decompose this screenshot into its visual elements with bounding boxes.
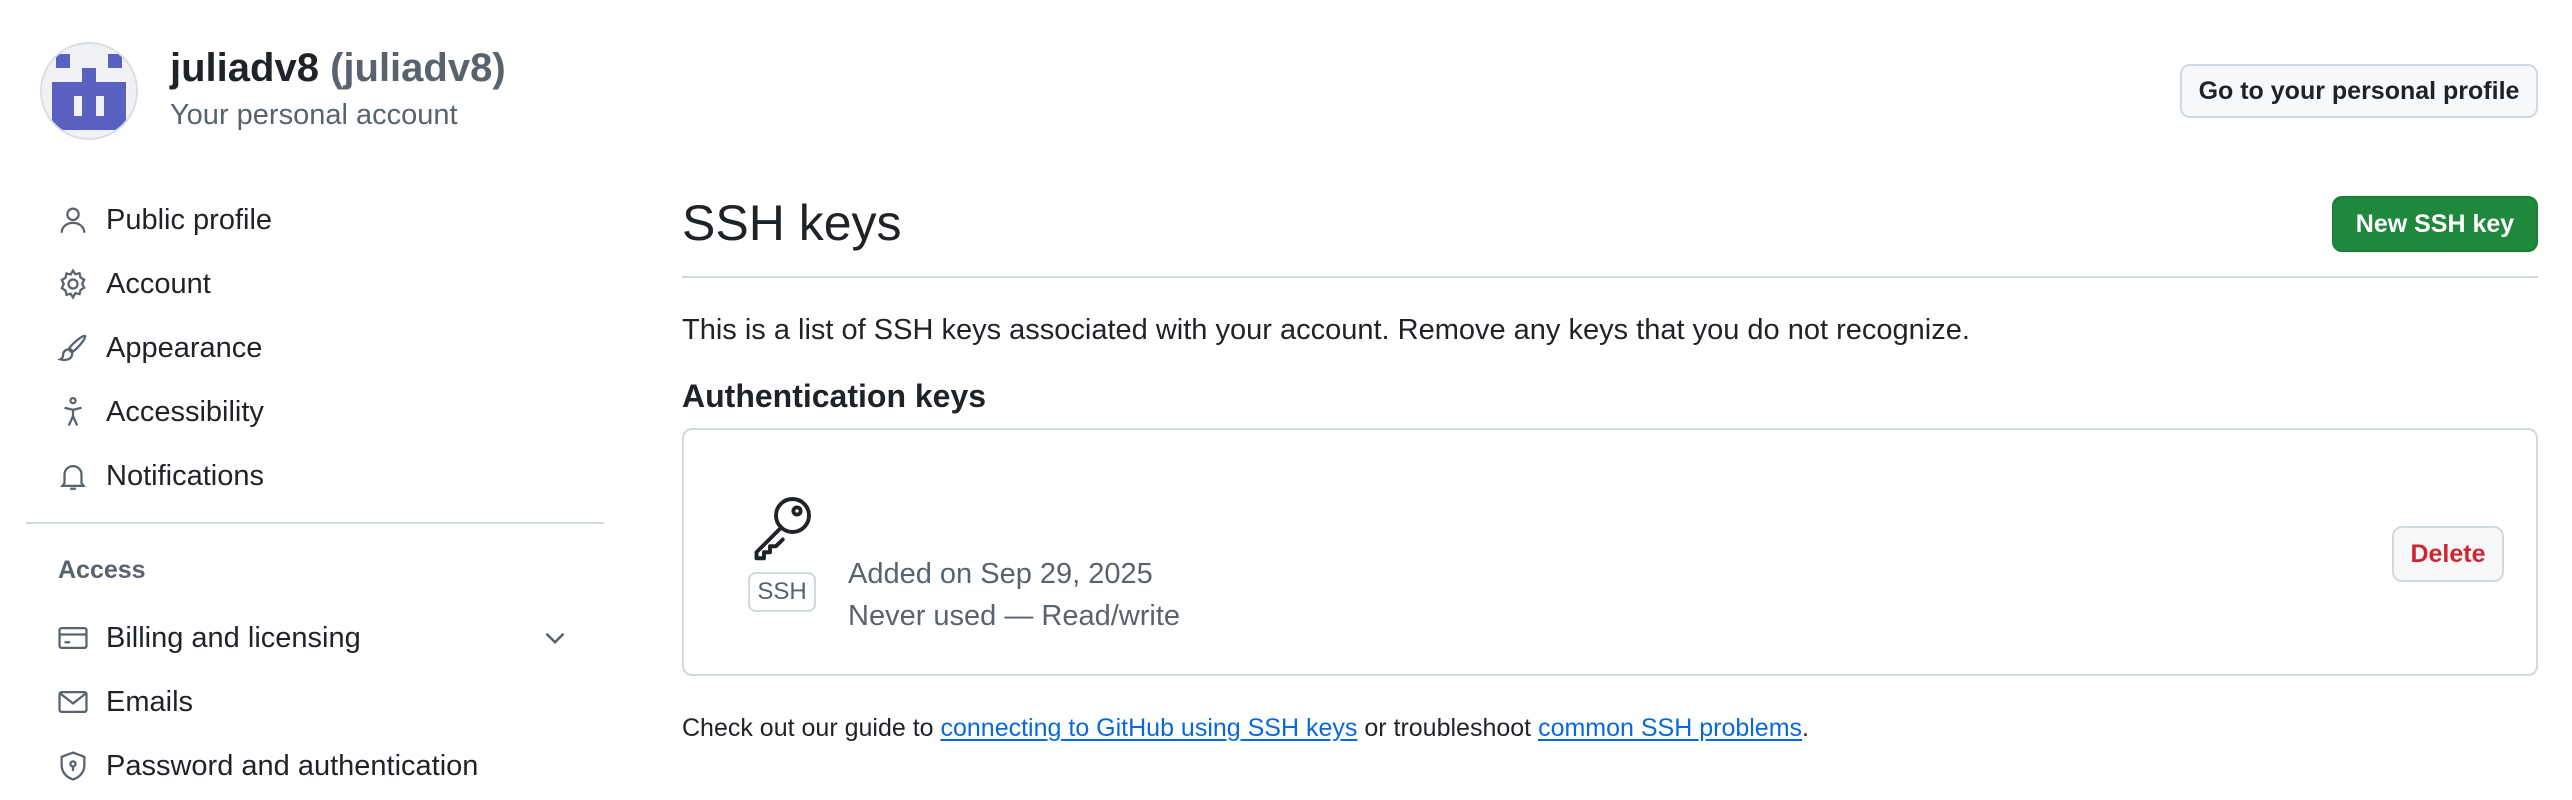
- credit-card-icon: [58, 626, 88, 650]
- sidebar-item-appearance[interactable]: Appearance: [56, 320, 596, 376]
- sidebar-item-notifications[interactable]: Notifications: [56, 448, 596, 504]
- identicon-icon: [42, 44, 136, 138]
- username: (juliadv8): [330, 46, 506, 90]
- mail-icon: [58, 690, 88, 714]
- sidebar-item-label: Password and authentication: [106, 749, 479, 782]
- paintbrush-icon: [57, 334, 87, 362]
- key-added-date: Added on Sep 29, 2025: [848, 558, 1153, 590]
- sidebar-item-label: Emails: [106, 685, 194, 718]
- footer-middle: or troubleshoot: [1357, 714, 1539, 742]
- person-icon: [60, 207, 86, 233]
- sidebar-item-account[interactable]: Account: [56, 256, 596, 312]
- avatar[interactable]: [40, 42, 138, 140]
- go-to-profile-button[interactable]: Go to your personal profile: [2180, 64, 2538, 118]
- footer-help-text: Check out our guide to connecting to Git…: [682, 714, 1809, 743]
- sidebar-item-public-profile[interactable]: Public profile: [56, 192, 596, 248]
- section-heading: Authentication keys: [682, 378, 987, 414]
- new-ssh-key-button[interactable]: New SSH key: [2332, 196, 2538, 252]
- sidebar-item-label: Billing and licensing: [106, 621, 361, 654]
- sidebar-item-label: Appearance: [106, 331, 263, 364]
- sidebar-item-label: Account: [106, 267, 211, 300]
- sidebar-item-label: Public profile: [106, 203, 273, 236]
- title-divider: [682, 276, 2538, 278]
- ssh-guide-link[interactable]: connecting to GitHub using SSH keys: [941, 714, 1358, 742]
- display-name: juliadv8: [170, 46, 319, 90]
- account-name: juliadv8 (juliadv8): [170, 46, 506, 91]
- account-subtitle: Your personal account: [170, 99, 458, 131]
- sidebar-item-password-and-authentication[interactable]: Password and authentication: [56, 738, 596, 794]
- intro-text: This is a list of SSH keys associated wi…: [682, 314, 1970, 346]
- accessibility-icon: [64, 396, 82, 426]
- sidebar-divider: [26, 522, 604, 524]
- page-title: SSH keys: [682, 195, 902, 251]
- sidebar-section-heading: Access: [58, 556, 146, 584]
- shield-lock-icon: [60, 751, 86, 781]
- bell-icon: [60, 465, 86, 490]
- chevron-down-icon[interactable]: [538, 621, 572, 655]
- key-icon: [754, 497, 811, 561]
- gear-icon: [60, 268, 86, 300]
- sidebar-item-billing[interactable]: Billing and licensing: [56, 610, 596, 666]
- ssh-key-type-badge: SSH: [748, 572, 816, 612]
- ssh-troubleshoot-link[interactable]: common SSH problems: [1538, 714, 1802, 742]
- sidebar-item-label: Notifications: [106, 459, 264, 492]
- sidebar-item-accessibility[interactable]: Accessibility: [56, 384, 596, 440]
- sidebar-item-label: Accessibility: [106, 395, 264, 428]
- ssh-key-list-item: [682, 428, 2538, 676]
- footer-suffix: .: [1802, 714, 1809, 742]
- key-usage: Never used — Read/write: [848, 600, 1181, 632]
- sidebar-item-emails[interactable]: Emails: [56, 674, 596, 730]
- footer-prefix: Check out our guide to: [682, 714, 941, 742]
- delete-key-button[interactable]: Delete: [2392, 526, 2504, 582]
